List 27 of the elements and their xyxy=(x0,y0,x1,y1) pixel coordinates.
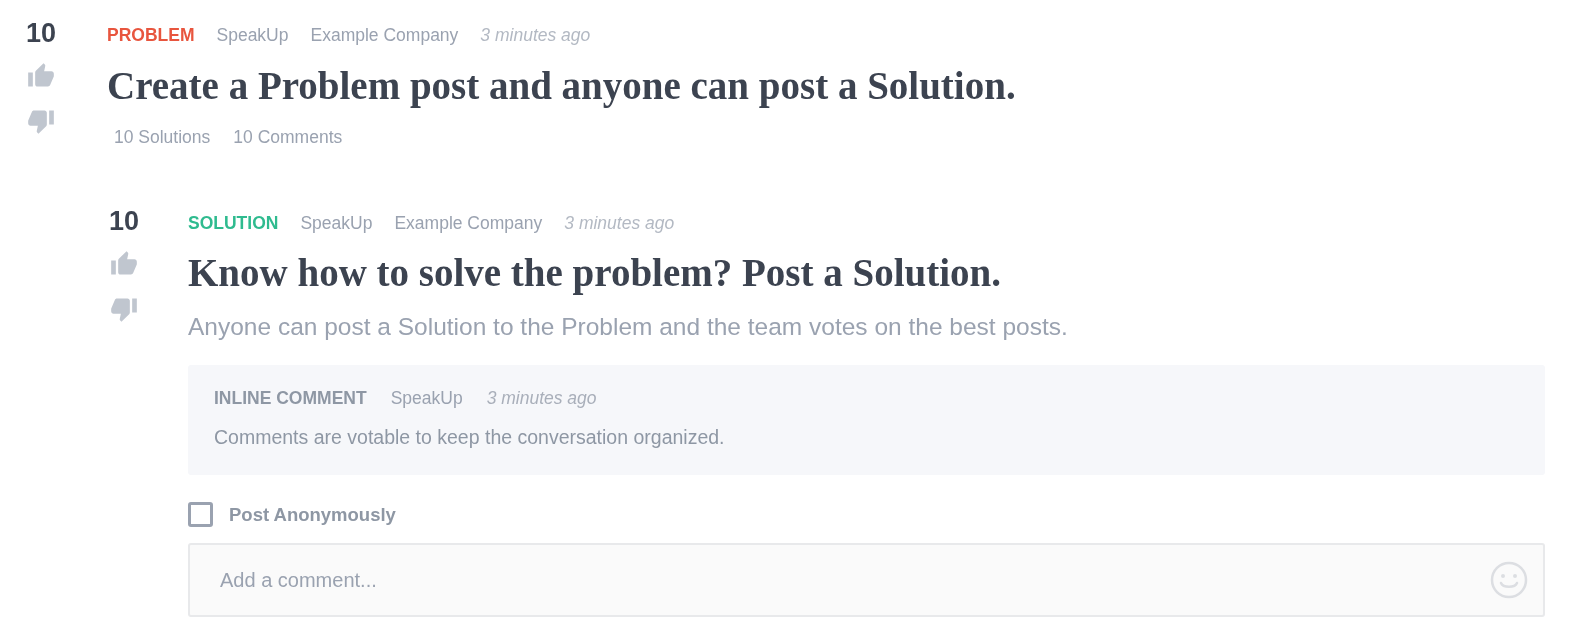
anonymous-checkbox[interactable] xyxy=(188,502,213,527)
author-link[interactable]: SpeakUp xyxy=(390,387,463,409)
emoji-icon[interactable] xyxy=(1490,561,1528,599)
post-title[interactable]: Create a Problem post and anyone can post a Solution. xyxy=(107,63,1545,109)
stat-link[interactable]: 10 Comments xyxy=(233,126,343,148)
post-time: 3 minutes ago xyxy=(564,212,675,234)
company-link[interactable]: Example Company xyxy=(394,212,543,234)
vote-score: 10 xyxy=(108,206,140,236)
post-type-label: SOLUTION xyxy=(188,212,279,234)
thumbs-up-icon xyxy=(27,62,55,90)
author-link[interactable]: SpeakUp xyxy=(216,24,289,46)
upvote-button[interactable] xyxy=(110,250,138,278)
author-link[interactable]: SpeakUp xyxy=(300,212,373,234)
post-type-label: PROBLEM xyxy=(107,24,195,46)
vote-score: 10 xyxy=(25,18,57,48)
comment-time: 3 minutes ago xyxy=(486,387,597,409)
comment-label: INLINE COMMENT xyxy=(214,387,367,409)
post-description: Anyone can post a Solution to the Problem and the team votes on the best posts. xyxy=(188,312,1069,342)
checkbox-label[interactable]: Post Anonymously xyxy=(229,503,396,526)
upvote-button[interactable] xyxy=(27,62,55,90)
thumbs-up-icon xyxy=(110,250,138,278)
post-time: 3 minutes ago xyxy=(480,24,591,46)
comment-input[interactable]: Add a comment... xyxy=(188,543,1545,617)
post-title[interactable]: Know how to solve the problem? Post a Solution. xyxy=(188,250,1545,296)
comment-text: Comments are votable to keep the conversation organized. xyxy=(214,425,726,450)
company-link[interactable]: Example Company xyxy=(310,24,459,46)
stat-link[interactable]: 10 Solutions xyxy=(114,126,211,148)
